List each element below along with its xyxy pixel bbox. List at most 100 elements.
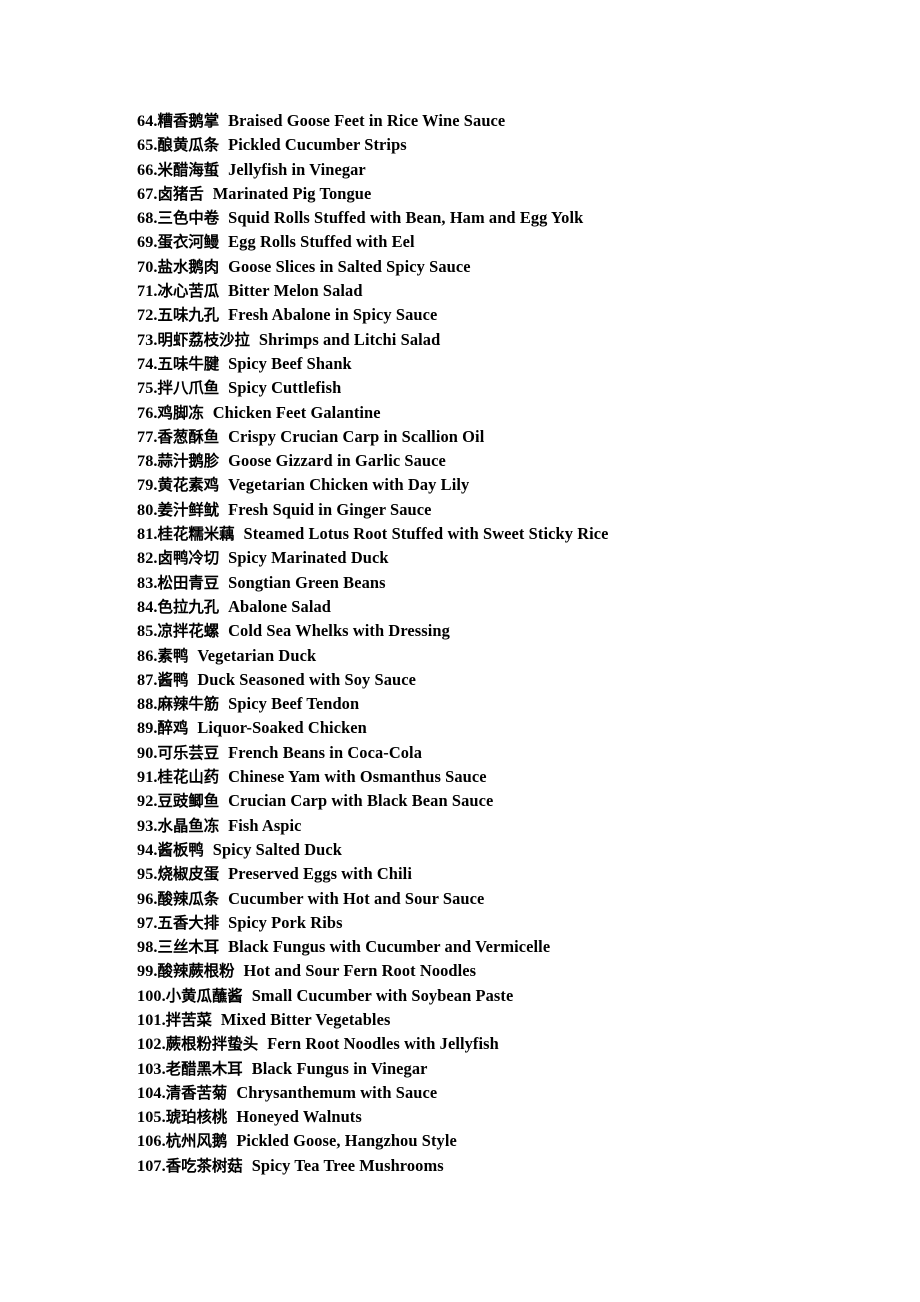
menu-item-name-chinese: 卤鸭冷切 <box>157 549 220 568</box>
menu-item-number: 69. <box>137 233 158 252</box>
menu-item-number: 74. <box>137 354 158 373</box>
menu-item: 105.琥珀核桃 Honeyed Walnuts <box>137 1105 837 1129</box>
menu-item-name-english: Fresh Squid in Ginger Sauce <box>228 499 432 519</box>
menu-item-name-english: Crispy Crucian Carp in Scallion Oil <box>228 426 485 446</box>
menu-item-number: 91. <box>137 768 158 787</box>
menu-item-name-chinese: 蛋衣河鳗 <box>157 233 220 252</box>
menu-item-name-chinese: 桂花山药 <box>157 768 220 787</box>
menu-item-name-chinese: 拌苦菜 <box>165 1010 212 1029</box>
menu-item-name-english: Jellyfish in Vinegar <box>228 159 366 179</box>
menu-item-number: 82. <box>137 549 158 568</box>
menu-item-name-chinese: 小黄瓜蘸酱 <box>165 986 243 1005</box>
menu-item-list: 64.糟香鹅掌 Braised Goose Feet in Rice Wine S… <box>137 109 837 1178</box>
menu-item-number: 97. <box>137 913 158 932</box>
menu-item: 83.松田青豆 Songtian Green Beans <box>137 571 837 595</box>
menu-item-name-english: Pickled Goose, Hangzhou Style <box>236 1131 457 1151</box>
menu-item-name-chinese: 水晶鱼冻 <box>157 816 220 835</box>
menu-item: 72.五味九孔 Fresh Abalone in Spicy Sauce <box>137 303 837 327</box>
menu-item: 87.酱鸭 Duck Seasoned with Soy Sauce <box>137 668 837 692</box>
menu-item-name-chinese: 糟香鹅掌 <box>157 112 220 130</box>
menu-item-name-chinese: 香葱酥鱼 <box>157 427 220 446</box>
menu-item-name-chinese: 鸡脚冻 <box>157 403 204 422</box>
menu-item-name-english: Small Cucumber with Soybean Paste <box>251 985 514 1005</box>
menu-item-name-english: Chicken Feet Galantine <box>212 402 381 422</box>
menu-item-name-english: French Beans in Coca-Cola <box>228 742 422 762</box>
menu-item-number: 66. <box>137 160 158 179</box>
menu-item-number: 70. <box>137 257 158 276</box>
menu-item-name-chinese: 豆豉鲫鱼 <box>157 792 220 811</box>
menu-item-name-chinese: 酱板鸭 <box>157 840 204 859</box>
menu-item-name-chinese: 蕨根粉拌蛰头 <box>165 1035 259 1054</box>
menu-item-name-chinese: 醉鸡 <box>157 719 189 738</box>
menu-item: 106.杭州风鹅 Pickled Goose, Hangzhou Style <box>137 1129 837 1153</box>
menu-item-name-chinese: 酿黄瓜条 <box>157 136 220 155</box>
menu-item-name-english: Abalone Salad <box>228 596 331 616</box>
menu-item-name-chinese: 老醋黑木耳 <box>165 1059 243 1078</box>
menu-item-number: 81. <box>137 525 158 544</box>
menu-item-name-chinese: 烧椒皮蛋 <box>157 865 220 884</box>
menu-item-name-chinese: 冰心苦瓜 <box>157 282 220 301</box>
menu-item-name-english: Vegetarian Chicken with Day Lily <box>228 475 470 495</box>
menu-item-number: 107. <box>137 1156 166 1175</box>
menu-item-name-chinese: 三丝木耳 <box>157 938 220 957</box>
menu-item-name-english: Preserved Eggs with Chili <box>228 864 412 884</box>
menu-item: 89.醉鸡 Liquor-Soaked Chicken <box>137 716 837 740</box>
menu-item-name-english: Crucian Carp with Black Bean Sauce <box>228 791 494 811</box>
menu-item-name-english: Cucumber with Hot and Sour Sauce <box>228 888 485 908</box>
menu-item-number: 68. <box>137 209 158 228</box>
menu-item-name-english: Fish Aspic <box>228 815 302 835</box>
menu-item: 103.老醋黑木耳 Black Fungus in Vinegar <box>137 1057 837 1081</box>
menu-item-number: 80. <box>137 500 158 519</box>
menu-item: 82.卤鸭冷切 Spicy Marinated Duck <box>137 546 837 570</box>
menu-item: 95.烧椒皮蛋 Preserved Eggs with Chili <box>137 862 837 886</box>
menu-item: 96.酸辣瓜条 Cucumber with Hot and Sour Sauce <box>137 887 837 911</box>
menu-item: 91.桂花山药 Chinese Yam with Osmanthus Sauce <box>137 765 837 789</box>
menu-item-name-english: Fresh Abalone in Spicy Sauce <box>228 305 438 325</box>
menu-item-number: 78. <box>137 452 158 471</box>
menu-item-name-chinese: 五味九孔 <box>157 306 220 325</box>
menu-item-name-english: Chrysanthemum with Sauce <box>236 1082 438 1102</box>
menu-item-number: 100. <box>137 986 166 1005</box>
menu-item-number: 106. <box>137 1132 166 1151</box>
menu-item: 84.色拉九孔 Abalone Salad <box>137 595 837 619</box>
menu-item-name-english: Squid Rolls Stuffed with Bean, Ham and E… <box>228 208 584 228</box>
menu-item-name-english: Spicy Marinated Duck <box>228 548 389 568</box>
menu-item: 78.蒜汁鹅胗 Goose Gizzard in Garlic Sauce <box>137 449 837 473</box>
menu-item-number: 86. <box>137 646 158 665</box>
menu-item: 92.豆豉鲫鱼 Crucian Carp with Black Bean Sauc… <box>137 789 837 813</box>
menu-item-name-chinese: 酸辣蕨根粉 <box>157 962 235 981</box>
menu-item-number: 101. <box>137 1010 166 1029</box>
menu-item: 85.凉拌花螺 Cold Sea Whelks with Dressing <box>137 619 837 643</box>
menu-item-name-chinese: 盐水鹅肉 <box>157 257 220 276</box>
menu-item: 64.糟香鹅掌 Braised Goose Feet in Rice Wine S… <box>137 109 837 133</box>
menu-item-number: 72. <box>137 306 158 325</box>
menu-item-number: 67. <box>137 184 158 203</box>
menu-item: 71.冰心苦瓜 Bitter Melon Salad <box>137 279 837 303</box>
menu-item-number: 65. <box>137 136 158 155</box>
menu-item-name-chinese: 米醋海蜇 <box>157 160 220 179</box>
menu-item-name-chinese: 蒜汁鹅胗 <box>157 452 220 471</box>
menu-item-name-chinese: 琥珀核桃 <box>165 1108 228 1127</box>
menu-item-number: 102. <box>137 1035 166 1054</box>
menu-item: 104.清香苦菊 Chrysanthemum with Sauce <box>137 1081 837 1105</box>
menu-item-name-chinese: 清香苦菊 <box>165 1083 228 1102</box>
menu-item-name-chinese: 酱鸭 <box>157 670 189 689</box>
menu-item-name-english: Mixed Bitter Vegetables <box>220 1009 391 1029</box>
menu-item-name-english: Spicy Cuttlefish <box>228 378 342 398</box>
menu-item-name-english: Spicy Beef Tendon <box>228 694 360 714</box>
menu-item: 76.鸡脚冻 Chicken Feet Galantine <box>137 401 837 425</box>
menu-item: 107.香吃茶树菇 Spicy Tea Tree Mushrooms <box>137 1154 837 1178</box>
menu-item-name-chinese: 色拉九孔 <box>157 597 220 616</box>
menu-item-name-english: Songtian Green Beans <box>228 572 386 592</box>
menu-item-name-english: Shrimps and Litchi Salad <box>258 329 441 349</box>
menu-item: 88.麻辣牛筋 Spicy Beef Tendon <box>137 692 837 716</box>
menu-item-number: 64. <box>137 112 158 130</box>
menu-item-name-english: Spicy Salted Duck <box>212 839 342 859</box>
menu-item-number: 71. <box>137 282 158 301</box>
menu-item: 70.盐水鹅肉 Goose Slices in Salted Spicy Sauc… <box>137 255 837 279</box>
menu-item: 73.明虾荔枝沙拉 Shrimps and Litchi Salad <box>137 328 837 352</box>
menu-item: 94.酱板鸭 Spicy Salted Duck <box>137 838 837 862</box>
menu-item-number: 93. <box>137 816 158 835</box>
menu-item-name-english: Spicy Tea Tree Mushrooms <box>251 1155 444 1175</box>
menu-item-name-english: Spicy Pork Ribs <box>228 912 343 932</box>
